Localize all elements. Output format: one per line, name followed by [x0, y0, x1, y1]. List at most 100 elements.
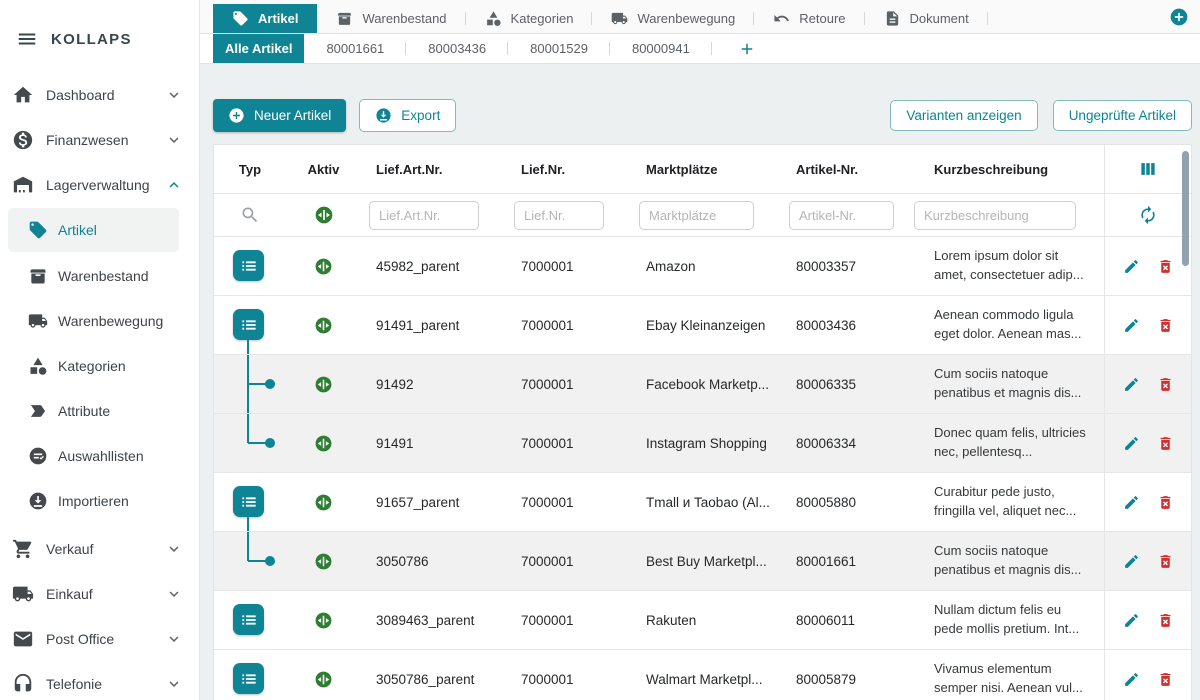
- table-row[interactable]: 91657_parent 7000001 Tmall и Taobao (Al.…: [214, 473, 1191, 532]
- sidebar-item-warenbestand[interactable]: Warenbestand: [0, 253, 199, 298]
- column-header-lief-nr[interactable]: Lief.Nr.: [506, 162, 631, 177]
- filter-kurzbeschreibung-input[interactable]: [914, 201, 1076, 230]
- filter-lief-nr-input[interactable]: [514, 201, 604, 230]
- marktplatz-value: Rakuten: [631, 613, 781, 628]
- lief-nr-value: 7000001: [506, 495, 631, 510]
- delete-icon[interactable]: [1157, 671, 1174, 688]
- tab-article-80001529[interactable]: 80001529: [508, 34, 610, 63]
- sidebar-item-einkauf[interactable]: Einkauf: [0, 571, 199, 616]
- table-row[interactable]: 91491_parent 7000001 Ebay Kleinanzeigen …: [214, 296, 1191, 355]
- plus-circle-icon: [228, 107, 245, 124]
- sidebar-item-dashboard[interactable]: Dashboard: [0, 72, 199, 117]
- tab-alle-artikel[interactable]: Alle Artikel: [213, 34, 304, 63]
- tab-article-80000941[interactable]: 80000941: [610, 34, 712, 63]
- table-row[interactable]: 45982_parent 7000001 Amazon 80003357 Lor…: [214, 237, 1191, 296]
- column-header-kurzbeschreibung[interactable]: Kurzbeschreibung: [906, 162, 1104, 177]
- filter-lief-art-nr-input[interactable]: [369, 201, 479, 230]
- edit-icon[interactable]: [1123, 258, 1140, 275]
- edit-icon[interactable]: [1123, 612, 1140, 629]
- sidebar-item-attribute[interactable]: Attribute: [0, 388, 199, 433]
- search-icon[interactable]: [240, 205, 260, 225]
- delete-icon[interactable]: [1157, 258, 1174, 275]
- menu-icon[interactable]: [16, 28, 38, 50]
- lief-art-nr-value: 3050786_parent: [361, 672, 506, 687]
- column-header-lief-art-nr[interactable]: Lief.Art.Nr.: [361, 162, 506, 177]
- table-row[interactable]: 91492 7000001 Facebook Marketp... 800063…: [214, 355, 1191, 414]
- sidebar-item-lagerverwaltung[interactable]: Lagerverwaltung: [0, 162, 199, 207]
- tab-warenbestand[interactable]: Warenbestand: [317, 4, 465, 33]
- row-actions: [1104, 414, 1191, 472]
- table-row[interactable]: 91491 7000001 Instagram Shopping 8000633…: [214, 414, 1191, 473]
- sidebar-item-kategorien[interactable]: Kategorien: [0, 343, 199, 388]
- parent-article-list-icon[interactable]: [233, 250, 264, 281]
- edit-icon[interactable]: [1123, 376, 1140, 393]
- unchecked-articles-button[interactable]: Ungeprüfte Artikel: [1053, 100, 1192, 131]
- tab-kategorien[interactable]: Kategorien: [466, 4, 593, 33]
- column-header-aktiv[interactable]: Aktiv: [286, 162, 361, 177]
- tab-dokument[interactable]: Dokument: [865, 4, 988, 33]
- column-header-typ[interactable]: Typ: [214, 162, 286, 177]
- edit-icon[interactable]: [1123, 671, 1140, 688]
- tab-retoure[interactable]: Retoure: [754, 4, 864, 33]
- active-status-icon: [314, 493, 333, 512]
- sidebar-item-telefonie[interactable]: Telefonie: [0, 661, 199, 700]
- table-row[interactable]: 3089463_parent 7000001 Rakuten 80006011 …: [214, 591, 1191, 650]
- column-header-artikel-nr[interactable]: Artikel-Nr.: [781, 162, 906, 177]
- tab-article-80003436[interactable]: 80003436: [406, 34, 508, 63]
- lief-nr-value: 7000001: [506, 259, 631, 274]
- parent-article-list-icon[interactable]: [233, 604, 264, 635]
- parent-article-list-icon[interactable]: [233, 663, 264, 694]
- aktiv-cell: [286, 375, 361, 394]
- tree-node-dot: [265, 556, 275, 566]
- show-variants-button[interactable]: Varianten anzeigen: [890, 100, 1037, 131]
- sidebar-item-label: Post Office: [46, 631, 114, 647]
- home-icon: [12, 84, 34, 106]
- lief-nr-value: 7000001: [506, 613, 631, 628]
- new-article-button[interactable]: Neuer Artikel: [213, 99, 346, 132]
- delete-icon[interactable]: [1157, 317, 1174, 334]
- export-button[interactable]: Export: [359, 99, 456, 132]
- filter-marktplaetze-input[interactable]: [639, 201, 754, 230]
- delete-icon[interactable]: [1157, 376, 1174, 393]
- tab-warenbewegung[interactable]: Warenbewegung: [592, 4, 754, 33]
- sidebar-item-importieren[interactable]: Importieren: [0, 478, 199, 523]
- filter-artikel-nr-input[interactable]: [789, 201, 894, 230]
- sidebar-item-label: Importieren: [58, 493, 129, 509]
- sidebar-item-finanzwesen[interactable]: Finanzwesen: [0, 117, 199, 162]
- add-article-tab-button[interactable]: [738, 34, 756, 63]
- sidebar-item-warenbewegung[interactable]: Warenbewegung: [0, 298, 199, 343]
- tab-article-80001661[interactable]: 80001661: [304, 34, 406, 63]
- tab-artikel[interactable]: Artikel: [213, 4, 317, 33]
- kurzbeschreibung-value: Nullam dictum felis eu pede mollis preti…: [906, 601, 1104, 639]
- parent-article-list-icon[interactable]: [233, 309, 264, 340]
- delete-icon[interactable]: [1157, 435, 1174, 452]
- active-filter-icon[interactable]: [314, 205, 334, 225]
- delete-icon[interactable]: [1157, 612, 1174, 629]
- column-header-marktplaetze[interactable]: Marktplätze: [631, 162, 781, 177]
- table-row[interactable]: 3050786_parent 7000001 Walmart Marketpl.…: [214, 650, 1191, 700]
- edit-icon[interactable]: [1123, 435, 1140, 452]
- edit-icon[interactable]: [1123, 317, 1140, 334]
- document-icon: [884, 10, 901, 27]
- delete-icon[interactable]: [1157, 494, 1174, 511]
- edit-icon[interactable]: [1123, 494, 1140, 511]
- edit-icon[interactable]: [1123, 553, 1140, 570]
- refresh-icon[interactable]: [1138, 205, 1158, 225]
- table-row[interactable]: 3050786 7000001 Best Buy Marketpl... 800…: [214, 532, 1191, 591]
- columns-icon[interactable]: [1138, 159, 1158, 179]
- sidebar-item-artikel[interactable]: Artikel: [8, 208, 179, 252]
- sidebar-item-verkauf[interactable]: Verkauf: [0, 526, 199, 571]
- aktiv-cell: [286, 257, 361, 276]
- sidebar-item-label: Telefonie: [46, 676, 102, 692]
- artikel-nr-value: 80006011: [781, 613, 906, 628]
- parent-article-list-icon[interactable]: [233, 486, 264, 517]
- active-status-icon: [314, 375, 333, 394]
- lief-nr-value: 7000001: [506, 554, 631, 569]
- shapes-icon: [28, 356, 48, 376]
- vertical-scrollbar[interactable]: [1182, 151, 1189, 266]
- delete-icon[interactable]: [1157, 553, 1174, 570]
- sidebar-item-auswahllisten[interactable]: Auswahllisten: [0, 433, 199, 478]
- box-icon: [28, 266, 48, 286]
- sidebar-item-post-office[interactable]: Post Office: [0, 616, 199, 661]
- add-module-tab-button[interactable]: [1169, 7, 1189, 27]
